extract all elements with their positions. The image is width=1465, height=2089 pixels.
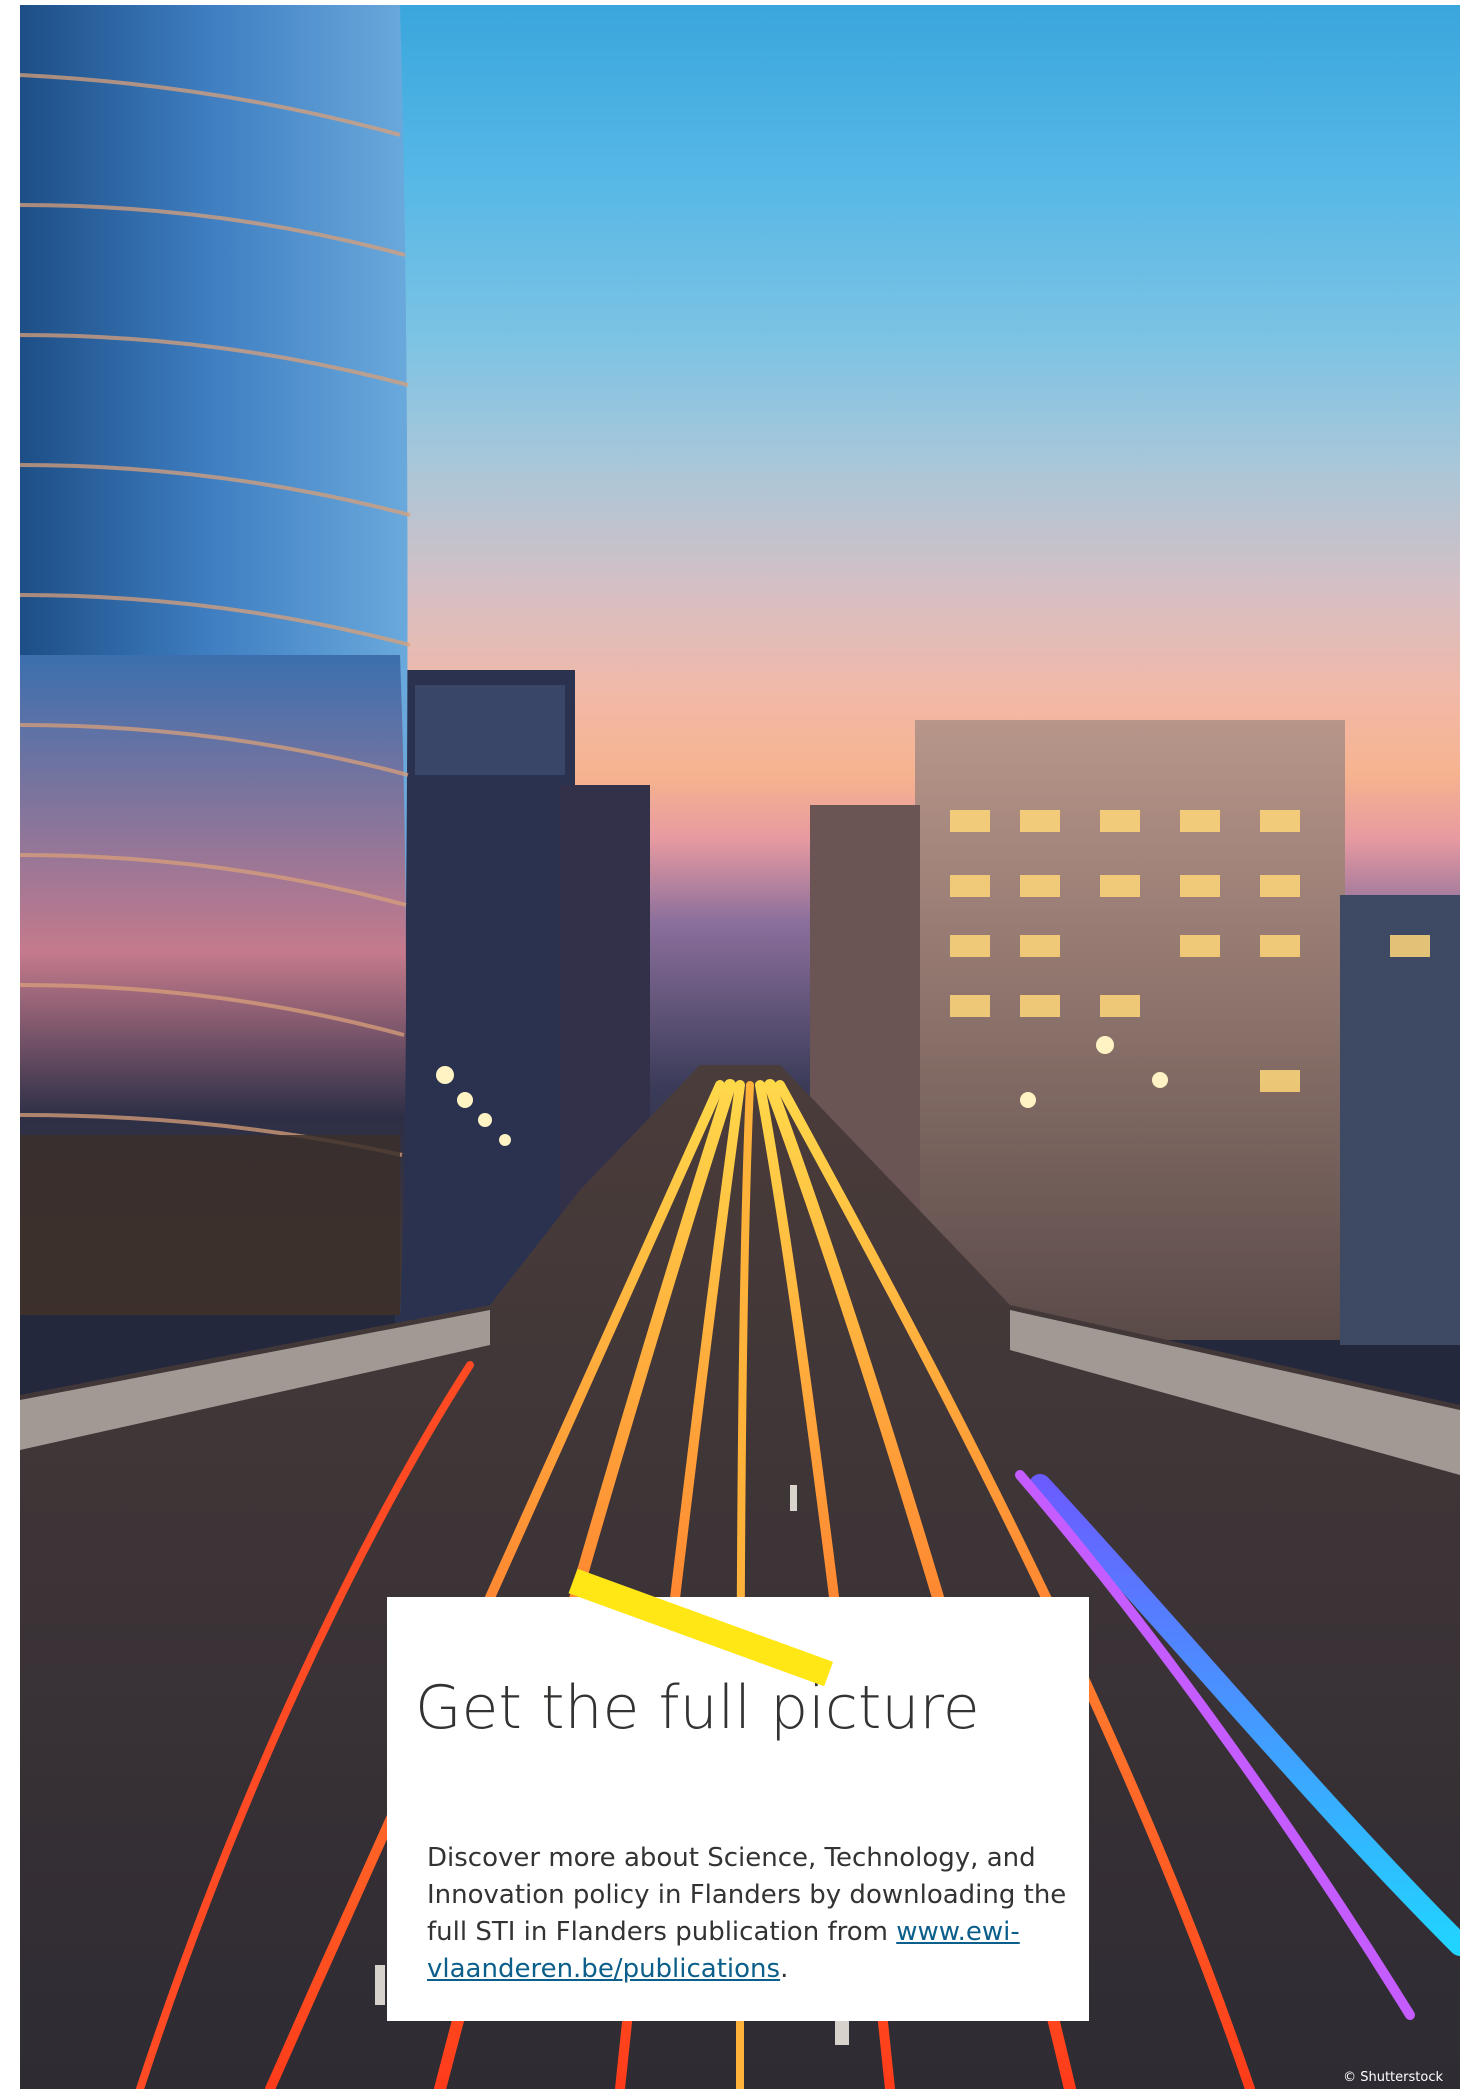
building-right-far bbox=[1340, 895, 1460, 1345]
card-body-trailing: . bbox=[780, 1954, 789, 1984]
card-body: Discover more about Science, Technology,… bbox=[427, 1840, 1067, 1988]
photo-credit: © Shutterstock bbox=[1343, 2070, 1443, 2085]
tower-base bbox=[20, 1135, 400, 1315]
page: Get the full picture Discover more about… bbox=[0, 0, 1465, 2089]
building-left-top bbox=[415, 685, 565, 775]
card-title: Get the full picture bbox=[415, 1673, 980, 1743]
info-card: Get the full picture Discover more about… bbox=[387, 1597, 1089, 2021]
